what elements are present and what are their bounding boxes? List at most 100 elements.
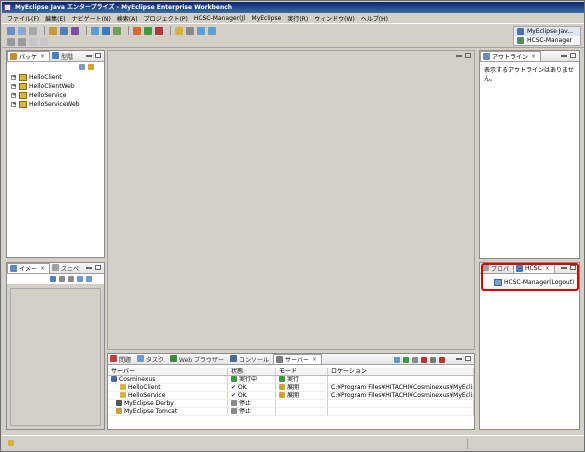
maximize-icon[interactable] (95, 53, 101, 58)
column-location[interactable]: ロケーション (328, 368, 474, 375)
open-type-icon[interactable] (91, 26, 99, 35)
last-edit-icon[interactable] (29, 37, 37, 46)
project-icon (19, 83, 27, 90)
profile-server-icon[interactable] (412, 356, 418, 363)
close-icon[interactable]: × (531, 53, 536, 60)
start-server-icon[interactable] (403, 356, 409, 363)
menu-help[interactable]: ヘルプ(H) (361, 14, 388, 23)
tab-hierarchy[interactable]: 型階 (50, 51, 77, 61)
outline-icon (483, 53, 490, 60)
search-icon[interactable] (175, 26, 183, 35)
tree-item-helloclientweb[interactable]: + HelloClientWeb (7, 82, 104, 91)
expand-icon[interactable]: + (11, 84, 16, 89)
menu-file[interactable]: ファイル(F) (7, 14, 39, 23)
perspective-switcher: MyEclipse Jav... HCSC-Manager (513, 26, 581, 46)
maximize-icon[interactable] (95, 265, 101, 270)
server-row-helloservice[interactable]: HelloService ✔ OK 展開 C:¥Program Files¥HIT… (108, 392, 474, 400)
tomcat-icon (116, 408, 122, 414)
remove-icon[interactable] (439, 356, 445, 363)
minimize-icon[interactable] (456, 55, 462, 57)
menu-myeclipse[interactable]: MyEclipse (252, 15, 282, 22)
debug-server-icon[interactable] (394, 356, 400, 363)
tab-servers[interactable]: サーバー × (273, 354, 323, 364)
minimize-icon[interactable] (86, 55, 92, 57)
menu-run[interactable]: 実行(R) (287, 14, 308, 23)
outline-view: アウトライン × 表示するアウトラインはありません。 (479, 50, 580, 259)
perspective-myeclipse-java[interactable]: MyEclipse Jav... (514, 27, 580, 36)
menu-navigate[interactable]: ナビゲート(N) (72, 14, 111, 23)
hierarchy-icon (52, 52, 60, 59)
forward-icon[interactable] (208, 26, 216, 35)
link-editor-icon[interactable] (88, 64, 94, 70)
server-row-tomcat[interactable]: MyEclipse Tomcat 停止 (108, 408, 474, 416)
back-icon[interactable] (197, 26, 205, 35)
tab-tasks[interactable]: タスク (135, 354, 168, 364)
previous-annotation-icon[interactable] (18, 37, 26, 46)
new-icon[interactable] (7, 26, 15, 35)
annotation-icon[interactable] (186, 26, 194, 35)
menu-hcsc-manager[interactable]: HCSC-Manager(J) (194, 15, 246, 22)
navigate-icon[interactable] (40, 37, 48, 46)
publish-icon[interactable] (430, 356, 436, 363)
tab-web-browser[interactable]: Web ブラウザー (168, 354, 228, 364)
close-icon[interactable]: × (40, 265, 45, 272)
resize-icon[interactable] (86, 276, 92, 282)
server-row-derby[interactable]: MyEclipse Derby 停止 (108, 400, 474, 408)
minimize-icon[interactable] (86, 267, 92, 269)
run-icon[interactable] (144, 26, 152, 35)
tab-snippets[interactable]: スニペ (50, 263, 83, 273)
menu-project[interactable]: プロジェクト(P) (144, 14, 188, 23)
expand-icon[interactable]: + (11, 93, 16, 98)
save-icon[interactable] (18, 26, 26, 35)
maximize-icon[interactable] (465, 356, 471, 361)
collapse-all-icon[interactable] (79, 64, 85, 70)
status-separator (467, 439, 468, 449)
menu-edit[interactable]: 編集(E) (45, 14, 65, 23)
tab-outline[interactable]: アウトライン × (480, 51, 542, 61)
server-row-cosminexus[interactable]: Cosminexus 実行中 実行 (108, 376, 474, 384)
tab-image[interactable]: イメー × (7, 263, 51, 273)
column-server[interactable]: サーバー (108, 368, 228, 375)
tree-item-helloclient[interactable]: + HelloClient (7, 73, 104, 82)
fast-view-icon[interactable] (8, 440, 14, 446)
perspective-icon (517, 28, 524, 35)
next-annotation-icon[interactable] (7, 37, 15, 46)
deploy-icon (279, 384, 285, 390)
menu-search[interactable]: 検索(A) (117, 14, 138, 23)
new-package-icon[interactable] (60, 26, 68, 35)
column-mode[interactable]: モード (276, 368, 328, 375)
actual-size-icon[interactable] (77, 276, 83, 282)
image-canvas (10, 288, 101, 426)
close-icon[interactable]: × (40, 53, 45, 60)
maximize-icon[interactable] (465, 53, 471, 58)
zoom-out-icon[interactable] (68, 276, 74, 282)
minimize-icon[interactable] (561, 55, 567, 57)
tree-item-helloserviceweb[interactable]: + HelloServiceWeb (7, 100, 104, 109)
column-state[interactable]: 状態 (228, 368, 276, 375)
stopped-icon (231, 400, 237, 406)
tab-package-explorer[interactable]: パッケ × (7, 51, 51, 61)
tab-console[interactable]: コンソール (228, 354, 273, 364)
expand-icon[interactable]: + (11, 75, 16, 80)
stop-server-icon[interactable] (421, 356, 427, 363)
deploy-icon[interactable] (102, 26, 110, 35)
new-class-icon[interactable] (71, 26, 79, 35)
close-icon[interactable]: × (312, 356, 317, 363)
servers-icon (276, 356, 284, 363)
perspective-hcsc-manager[interactable]: HCSC-Manager (514, 36, 580, 45)
zoom-in-icon[interactable] (59, 276, 65, 282)
minimize-icon[interactable] (456, 358, 462, 360)
menu-window[interactable]: ウィンドウ(W) (314, 14, 355, 23)
new-java-project-icon[interactable] (49, 26, 57, 35)
maximize-icon[interactable] (570, 53, 576, 58)
debug-icon[interactable] (133, 26, 141, 35)
external-tools-icon[interactable] (155, 26, 163, 35)
project-icon (120, 392, 126, 398)
server-row-helloclient[interactable]: HelloClient ✔ OK 展開 C:¥Program Files¥HITA… (108, 384, 474, 392)
fit-icon[interactable] (50, 276, 56, 282)
print-icon[interactable] (29, 26, 37, 35)
tab-problems[interactable]: 問題 (108, 354, 135, 364)
tree-item-helloservice[interactable]: + HelloService (7, 91, 104, 100)
expand-icon[interactable]: + (11, 102, 16, 107)
server-icon[interactable] (113, 26, 121, 35)
